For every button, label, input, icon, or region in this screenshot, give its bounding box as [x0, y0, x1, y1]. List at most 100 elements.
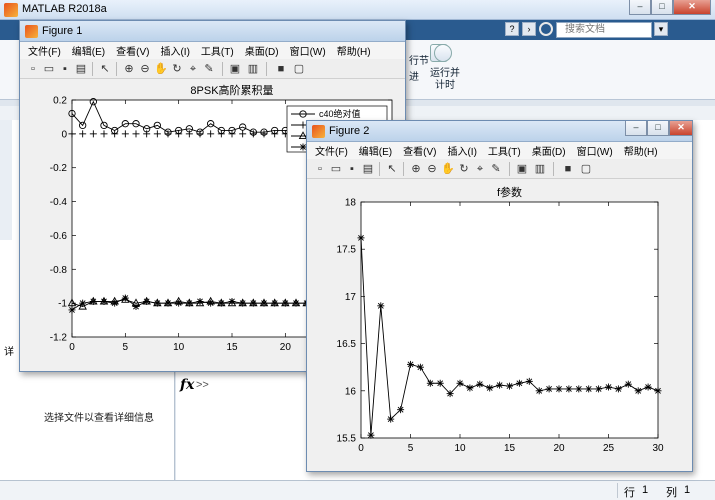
ribbon-item-section[interactable]: 行节	[409, 56, 429, 68]
open-icon[interactable]: ▭	[42, 62, 56, 76]
brush-icon[interactable]: ✎	[489, 162, 503, 176]
figure-2-title-bar[interactable]: Figure 2 – □ ✕	[307, 121, 693, 142]
app-title: MATLAB R2018a	[22, 3, 107, 15]
data-point	[555, 385, 563, 393]
matlab-logo-icon	[4, 3, 18, 17]
menu-item-6[interactable]: 窗口(W)	[290, 43, 326, 58]
open-icon[interactable]: ▭	[329, 162, 343, 176]
forward-icon[interactable]: ›	[522, 22, 536, 36]
x-tick-label: 30	[652, 443, 664, 454]
menu-item-2[interactable]: 查看(V)	[116, 43, 149, 58]
y-tick-label: -1.2	[50, 333, 68, 344]
show-tools-icon[interactable]: ▢	[579, 162, 593, 176]
figure-2-menubar: 文件(F) 编辑(E) 查看(V) 插入(I) 工具(T) 桌面(D) 窗口(W) 帮助(H)	[307, 142, 692, 159]
menu-item-3[interactable]: 插入(I)	[447, 143, 476, 158]
print-icon[interactable]: ▤	[74, 62, 88, 76]
menu-item-6[interactable]: 窗口(W)	[577, 143, 613, 158]
rotate-icon[interactable]: ↻	[457, 162, 471, 176]
menu-item-3[interactable]: 插入(I)	[160, 43, 189, 58]
legend-icon[interactable]: ▥	[533, 162, 547, 176]
minimize-button[interactable]: –	[629, 0, 651, 15]
figure-2-maximize-button[interactable]: □	[647, 121, 669, 136]
rotate-icon[interactable]: ↻	[170, 62, 184, 76]
y-tick-label: 18	[345, 198, 357, 209]
save-icon[interactable]: ▪	[58, 62, 72, 76]
new-figure-icon[interactable]: ▫	[313, 162, 327, 176]
run-and-time-icon[interactable]	[434, 44, 452, 62]
save-icon[interactable]: ▪	[345, 162, 359, 176]
fx-icon[interactable]: fx	[180, 377, 194, 393]
brush-icon[interactable]: ✎	[202, 62, 216, 76]
x-tick-label: 5	[123, 342, 129, 353]
zoom-out-icon[interactable]: ⊖	[425, 162, 439, 176]
figure-2-window[interactable]: Figure 2 – □ ✕ 文件(F) 编辑(E) 查看(V) 插入(I) 工具(T)…	[306, 120, 693, 472]
legend-icon[interactable]: ▥	[246, 62, 260, 76]
details-placeholder-text: 选择文件以查看详细信息	[44, 413, 154, 424]
y-tick-label: 17.5	[337, 245, 357, 256]
pointer-icon[interactable]: ↖	[385, 162, 399, 176]
menu-item-4[interactable]: 工具(T)	[201, 43, 234, 58]
maximize-button[interactable]: □	[651, 0, 673, 15]
close-button[interactable]: ✕	[673, 0, 711, 15]
menu-item-5[interactable]: 桌面(D)	[532, 143, 566, 158]
show-tools-icon[interactable]: ▢	[292, 62, 306, 76]
search-icon[interactable]	[539, 22, 553, 36]
hide-tools-icon[interactable]: ■	[274, 62, 288, 76]
menu-item-1[interactable]: 编辑(E)	[72, 43, 105, 58]
data-point	[207, 299, 215, 307]
menu-item-2[interactable]: 查看(V)	[403, 143, 436, 158]
zoom-out-icon[interactable]: ⊖	[138, 62, 152, 76]
figure-1-title-bar[interactable]: Figure 1	[20, 21, 405, 42]
hide-tools-icon[interactable]: ■	[561, 162, 575, 176]
data-point	[575, 385, 583, 393]
x-tick-label: 0	[69, 342, 75, 353]
pointer-icon[interactable]: ↖	[98, 62, 112, 76]
help-icon[interactable]: ?	[505, 22, 519, 36]
data-cursor-icon[interactable]: ⌖	[186, 62, 200, 76]
y-tick-label: 0	[61, 129, 67, 140]
menu-item-4[interactable]: 工具(T)	[488, 143, 521, 158]
y-tick-label: 16	[345, 386, 357, 397]
menu-item-7[interactable]: 帮助(H)	[337, 43, 371, 58]
zoom-in-icon[interactable]: ⊕	[122, 62, 136, 76]
dropdown-icon[interactable]: ▾	[654, 22, 668, 36]
menu-item-7[interactable]: 帮助(H)	[624, 143, 658, 158]
data-point	[634, 387, 642, 395]
col-value: 1	[684, 484, 691, 496]
pan-icon[interactable]: ✋	[154, 62, 168, 76]
search-input[interactable]: 搜索文档	[556, 22, 652, 38]
link-icon[interactable]: ▣	[515, 162, 529, 176]
data-point	[545, 385, 553, 393]
data-point	[143, 297, 151, 305]
row-value: 1	[642, 484, 649, 496]
plot-axes	[360, 201, 659, 439]
pan-icon[interactable]: ✋	[441, 162, 455, 176]
figure-1-toolbar: ▫ ▭ ▪ ▤ ↖ ⊕ ⊖ ✋ ↻ ⌖ ✎ ▣ ▥ ■ ▢	[20, 59, 405, 79]
data-point	[217, 299, 225, 307]
ribbon-item-advance[interactable]: 进	[409, 72, 419, 84]
data-point	[466, 384, 474, 392]
figure-2-toolbar: ▫ ▭ ▪ ▤ ↖ ⊕ ⊖ ✋ ↻ ⌖ ✎ ▣ ▥ ■ ▢	[307, 159, 692, 179]
data-point	[456, 379, 464, 387]
menu-item-1[interactable]: 编辑(E)	[359, 143, 392, 158]
menu-item-0[interactable]: 文件(F)	[315, 143, 348, 158]
data-point	[164, 299, 172, 307]
details-panel-tab[interactable]: 详	[4, 343, 14, 358]
y-tick-label: -0.2	[50, 163, 68, 174]
y-tick-label: -0.8	[50, 265, 68, 276]
data-point	[565, 385, 573, 393]
zoom-in-icon[interactable]: ⊕	[409, 162, 423, 176]
link-icon[interactable]: ▣	[228, 62, 242, 76]
menu-item-0[interactable]: 文件(F)	[28, 43, 61, 58]
data-cursor-icon[interactable]: ⌖	[473, 162, 487, 176]
print-icon[interactable]: ▤	[361, 162, 375, 176]
data-point	[228, 297, 236, 305]
new-figure-icon[interactable]: ▫	[26, 62, 40, 76]
figure-2-close-button[interactable]: ✕	[669, 121, 693, 136]
run-and-time-button[interactable]: 运行并 计时	[430, 68, 460, 92]
figure-icon	[312, 125, 325, 138]
data-point	[89, 297, 97, 305]
side-panel-tab[interactable]	[0, 120, 12, 240]
menu-item-5[interactable]: 桌面(D)	[245, 43, 279, 58]
figure-2-minimize-button[interactable]: –	[625, 121, 647, 136]
